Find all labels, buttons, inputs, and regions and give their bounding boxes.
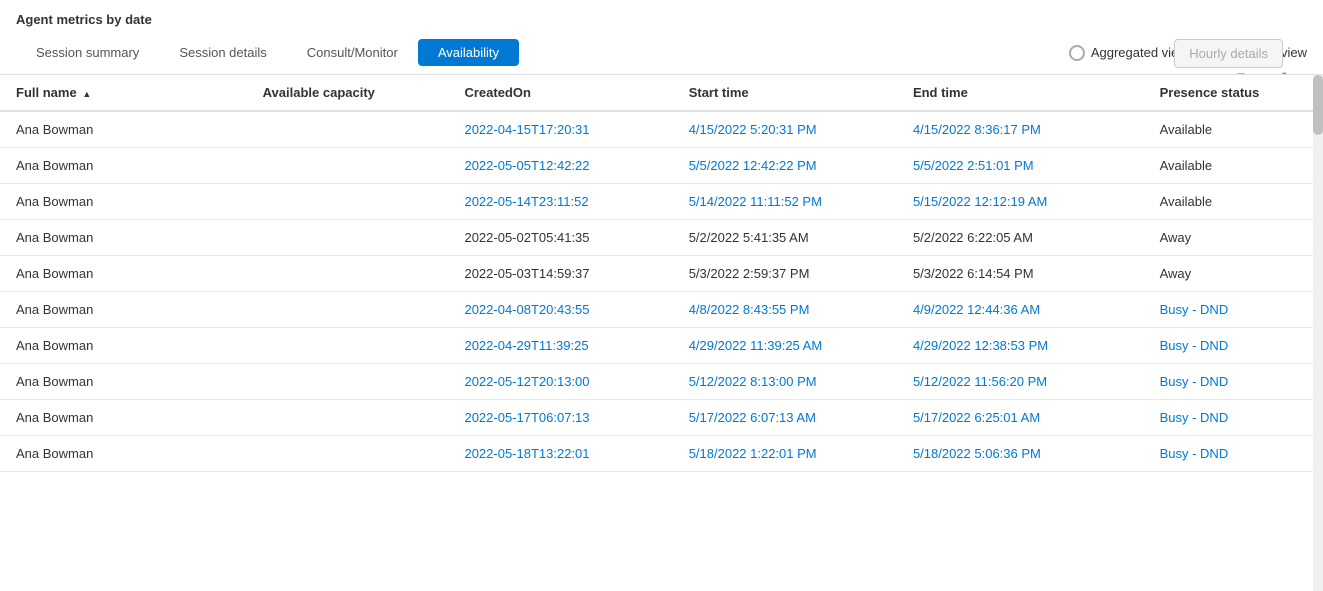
col-full-name[interactable]: Full name ▲ [0,75,247,111]
col-created-on[interactable]: CreatedOn [448,75,672,111]
cell-presence-status: Busy - DND [1144,364,1323,400]
cell-presence-status: Away [1144,220,1323,256]
cell-created-on: 2022-05-18T13:22:01 [448,436,672,472]
cell-end-time: 4/9/2022 12:44:36 AM [897,292,1144,328]
cell-available-capacity [247,364,449,400]
table-row: Ana Bowman 2022-05-02T05:41:355/2/2022 5:… [0,220,1323,256]
cell-created-on: 2022-04-15T17:20:31 [448,111,672,148]
table-row: Ana Bowman 2022-05-12T20:13:005/12/2022 8… [0,364,1323,400]
cell-full-name: Ana Bowman [0,111,247,148]
cell-created-on: 2022-05-17T06:07:13 [448,400,672,436]
aggregated-view-label: Aggregated view [1091,45,1188,60]
scrollbar-thumb[interactable] [1313,75,1323,135]
cell-end-time: 5/18/2022 5:06:36 PM [897,436,1144,472]
aggregated-view-radio[interactable] [1069,45,1085,61]
cell-start-time: 5/3/2022 2:59:37 PM [673,256,897,292]
table-row: Ana Bowman 2022-04-08T20:43:554/8/2022 8:… [0,292,1323,328]
hourly-details-button[interactable]: Hourly details [1174,39,1283,68]
cell-start-time: 4/29/2022 11:39:25 AM [673,328,897,364]
table-row: Ana Bowman 2022-05-05T12:42:225/5/2022 12… [0,148,1323,184]
cell-presence-status: Away [1144,256,1323,292]
cell-available-capacity [247,220,449,256]
cell-full-name: Ana Bowman [0,364,247,400]
cell-presence-status: Busy - DND [1144,292,1323,328]
aggregated-view-option[interactable]: Aggregated view [1069,45,1188,61]
cell-full-name: Ana Bowman [0,184,247,220]
cell-end-time: 4/15/2022 8:36:17 PM [897,111,1144,148]
cell-available-capacity [247,184,449,220]
cell-created-on: 2022-05-12T20:13:00 [448,364,672,400]
table-row: Ana Bowman 2022-05-14T23:11:525/14/2022 1… [0,184,1323,220]
cell-available-capacity [247,148,449,184]
cell-available-capacity [247,256,449,292]
cell-full-name: Ana Bowman [0,328,247,364]
toolbar: Session summary Session details Consult/… [0,35,1323,74]
cell-created-on: 2022-04-08T20:43:55 [448,292,672,328]
table-wrapper: Full name ▲ Available capacity CreatedOn… [0,74,1323,591]
table-row: Ana Bowman 2022-05-03T14:59:375/3/2022 2:… [0,256,1323,292]
cell-full-name: Ana Bowman [0,292,247,328]
cell-presence-status: Available [1144,184,1323,220]
cell-presence-status: Busy - DND [1144,436,1323,472]
cell-end-time: 5/5/2022 2:51:01 PM [897,148,1144,184]
sort-icon: ▲ [82,89,91,99]
cell-available-capacity [247,400,449,436]
table-row: Ana Bowman 2022-05-18T13:22:015/18/2022 1… [0,436,1323,472]
cell-available-capacity [247,436,449,472]
cell-created-on: 2022-05-05T12:42:22 [448,148,672,184]
scrollbar-track[interactable] [1313,75,1323,591]
table-header-row: Full name ▲ Available capacity CreatedOn… [0,75,1323,111]
col-end-time[interactable]: End time [897,75,1144,111]
data-table: Full name ▲ Available capacity CreatedOn… [0,75,1323,472]
cell-end-time: 5/15/2022 12:12:19 AM [897,184,1144,220]
cell-full-name: Ana Bowman [0,148,247,184]
cell-full-name: Ana Bowman [0,220,247,256]
cell-end-time: 5/17/2022 6:25:01 AM [897,400,1144,436]
cell-available-capacity [247,111,449,148]
cell-full-name: Ana Bowman [0,400,247,436]
cell-end-time: 5/12/2022 11:56:20 PM [897,364,1144,400]
page-title: Agent metrics by date [0,12,1323,35]
tab-availability[interactable]: Availability [418,39,519,66]
cell-available-capacity [247,292,449,328]
cell-end-time: 5/3/2022 6:14:54 PM [897,256,1144,292]
cell-start-time: 4/15/2022 5:20:31 PM [673,111,897,148]
cell-created-on: 2022-04-29T11:39:25 [448,328,672,364]
table-body: Ana Bowman 2022-04-15T17:20:314/15/2022 5… [0,111,1323,472]
cell-available-capacity [247,328,449,364]
tab-session-summary[interactable]: Session summary [16,39,159,66]
tab-session-details[interactable]: Session details [159,39,286,66]
cell-presence-status: Available [1144,111,1323,148]
cell-created-on: 2022-05-02T05:41:35 [448,220,672,256]
cell-full-name: Ana Bowman [0,436,247,472]
cell-presence-status: Busy - DND [1144,400,1323,436]
cell-start-time: 5/5/2022 12:42:22 PM [673,148,897,184]
tab-consult-monitor[interactable]: Consult/Monitor [287,39,418,66]
cell-start-time: 5/2/2022 5:41:35 AM [673,220,897,256]
cell-created-on: 2022-05-03T14:59:37 [448,256,672,292]
col-start-time[interactable]: Start time [673,75,897,111]
cell-start-time: 5/12/2022 8:13:00 PM [673,364,897,400]
table-row: Ana Bowman 2022-04-15T17:20:314/15/2022 5… [0,111,1323,148]
cell-end-time: 4/29/2022 12:38:53 PM [897,328,1144,364]
cell-start-time: 5/18/2022 1:22:01 PM [673,436,897,472]
cell-start-time: 5/14/2022 11:11:52 PM [673,184,897,220]
cell-full-name: Ana Bowman [0,256,247,292]
table-row: Ana Bowman2022-05-17T06:07:135/17/2022 6… [0,400,1323,436]
cell-start-time: 5/17/2022 6:07:13 AM [673,400,897,436]
cell-start-time: 4/8/2022 8:43:55 PM [673,292,897,328]
col-available-capacity[interactable]: Available capacity [247,75,449,111]
cell-presence-status: Busy - DND [1144,328,1323,364]
col-presence-status[interactable]: Presence status [1144,75,1323,111]
cell-end-time: 5/2/2022 6:22:05 AM [897,220,1144,256]
table-row: Ana Bowman2022-04-29T11:39:254/29/2022 1… [0,328,1323,364]
cell-created-on: 2022-05-14T23:11:52 [448,184,672,220]
cell-presence-status: Available [1144,148,1323,184]
